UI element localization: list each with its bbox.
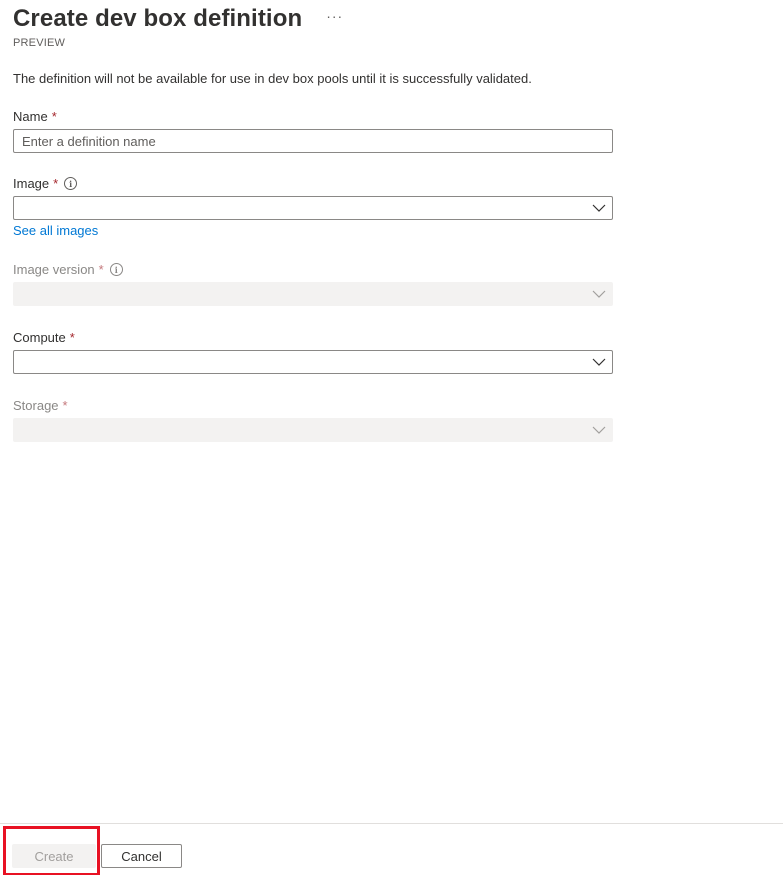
name-label: Name * [13, 109, 57, 124]
chevron-down-icon [592, 204, 606, 212]
chevron-down-icon [592, 290, 606, 298]
preview-label: PREVIEW [13, 37, 66, 49]
cancel-button[interactable]: Cancel [101, 844, 182, 868]
more-options-icon[interactable]: ··· [326, 9, 343, 23]
compute-label: Compute * [13, 330, 75, 345]
see-all-images-link[interactable]: See all images [13, 223, 98, 238]
compute-dropdown[interactable] [13, 350, 613, 374]
description-text: The definition will not be available for… [13, 71, 532, 86]
name-label-text: Name [13, 109, 48, 124]
storage-dropdown [13, 418, 613, 442]
required-mark: * [51, 109, 57, 124]
page-title: Create dev box definition [13, 5, 303, 32]
image-label-text: Image [13, 176, 50, 191]
storage-label: Storage * [13, 398, 68, 413]
storage-label-text: Storage [13, 398, 59, 413]
header: Create dev box definition ··· [13, 4, 343, 34]
image-version-label: Image version * i [13, 262, 123, 277]
compute-label-text: Compute [13, 330, 66, 345]
create-button[interactable]: Create [12, 844, 96, 868]
image-version-dropdown [13, 282, 613, 306]
chevron-down-icon [592, 426, 606, 434]
required-mark: * [53, 176, 59, 191]
chevron-down-icon [592, 358, 606, 366]
image-label: Image * i [13, 176, 78, 191]
create-dev-box-definition-panel: Create dev box definition ··· PREVIEW Th… [0, 0, 783, 875]
info-icon[interactable]: i [64, 177, 78, 190]
image-version-label-text: Image version [13, 262, 95, 277]
info-icon[interactable]: i [109, 263, 123, 276]
footer-divider [0, 823, 783, 824]
name-input[interactable] [13, 129, 613, 153]
image-dropdown[interactable] [13, 196, 613, 220]
required-mark: * [69, 330, 75, 345]
required-mark: * [98, 262, 104, 277]
required-mark: * [62, 398, 68, 413]
